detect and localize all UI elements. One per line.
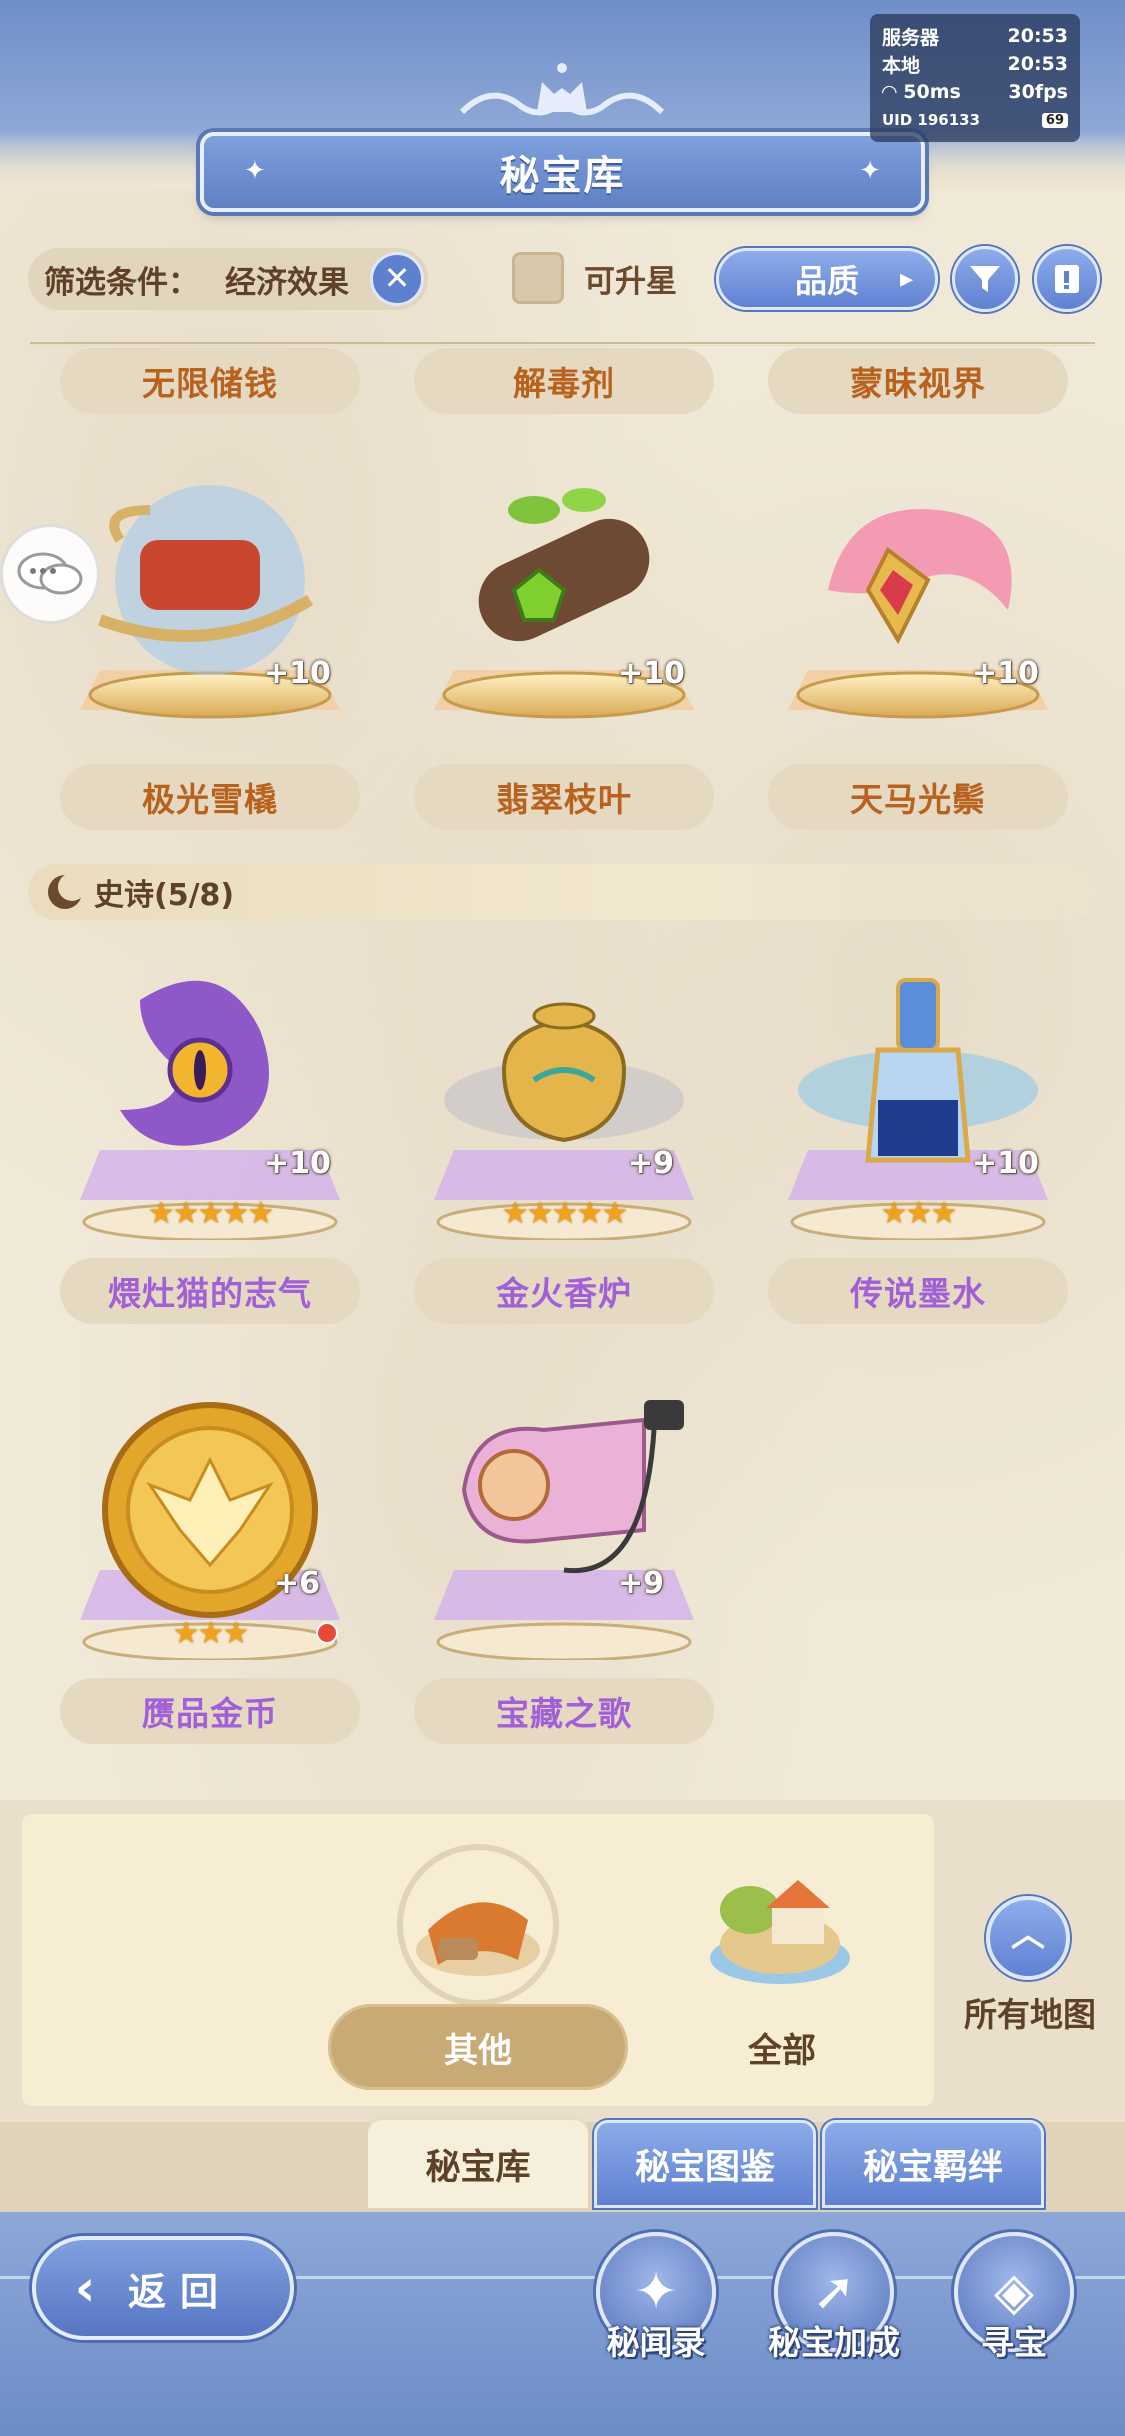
treasure-card[interactable]: +9	[414, 1380, 714, 1680]
treasure-card[interactable]: +9 ★★★★★	[414, 960, 714, 1260]
all-maps-button[interactable]: ︿	[986, 1896, 1070, 1980]
item-name[interactable]: 翡翠枝叶	[414, 764, 714, 830]
all-maps-icon[interactable]	[700, 1858, 860, 1998]
item-name[interactable]: 解毒剂	[414, 348, 714, 414]
upgradable-label: 可升星	[584, 264, 677, 300]
sort-quality-button[interactable]: 品质 ▸	[716, 248, 938, 310]
item-name[interactable]: 赝品金币	[60, 1678, 360, 1744]
conch-horn-icon	[434, 1400, 694, 1662]
item-name[interactable]: 宝藏之歌	[414, 1678, 714, 1744]
treasure-hunt-label: 寻宝	[981, 2323, 1047, 2362]
sort-label: 品质	[794, 262, 859, 300]
item-name[interactable]: 极光雪橇	[60, 764, 360, 830]
sparkle-icon: ✦	[859, 156, 881, 186]
funnel-icon	[970, 266, 1000, 292]
level-badge: +10	[972, 656, 1039, 691]
mane-icon	[788, 509, 1048, 719]
back-label: 返回	[128, 2269, 233, 2314]
filter-value: 经济效果	[225, 264, 349, 301]
lore-label: 秘闻录	[606, 2323, 706, 2362]
back-button[interactable]: ‹ 返回	[32, 2236, 294, 2340]
level-badge: +10	[264, 656, 331, 691]
sled-icon	[80, 485, 340, 719]
other-map-icon[interactable]	[378, 1840, 578, 2010]
tab-treasure-vault[interactable]: 秘宝库	[368, 2120, 588, 2208]
page-title: 秘宝库	[499, 153, 626, 199]
scroll-icon: ✦	[634, 2262, 678, 2322]
upgradable-checkbox[interactable]	[512, 252, 564, 304]
epic-section-header: 史诗(5/8)	[28, 864, 1098, 920]
cat-crest-icon	[459, 63, 665, 116]
level-badge: +10	[264, 1146, 331, 1181]
section-title: 史诗(5/8)	[94, 878, 235, 913]
treasure-card[interactable]: +10 ★★★★★	[60, 960, 360, 1260]
item-name[interactable]: 天马光鬃	[768, 764, 1068, 830]
map-filter-other[interactable]: 其他	[328, 2004, 628, 2090]
wifi-icon: ◠	[882, 81, 897, 103]
filter-funnel-button[interactable]	[952, 246, 1018, 312]
book-icon	[1055, 265, 1079, 293]
treasure-card[interactable]: +10	[414, 470, 714, 770]
local-time: 20:53	[1007, 53, 1068, 75]
level-badge: +10	[972, 1146, 1039, 1181]
clear-filter-button[interactable]: ✕	[370, 252, 424, 306]
filter-label: 筛选条件：	[44, 264, 199, 301]
chevron-up-icon: ︿	[1011, 1915, 1045, 1955]
star-rating: ★★★	[172, 1616, 250, 1651]
star-rating: ★★★★★	[501, 1196, 628, 1231]
sparkle-arrow-icon: ➚	[812, 2262, 856, 2322]
item-name[interactable]: 煨灶猫的志气	[60, 1258, 360, 1324]
back-arrow-icon: ‹	[74, 2259, 96, 2317]
uid: UID 196133	[882, 111, 981, 129]
level-badge: +10	[618, 656, 685, 691]
chat-icon	[17, 552, 83, 595]
local-label: 本地	[882, 54, 921, 77]
log-icon	[434, 488, 694, 719]
item-name[interactable]: 金火香炉	[414, 1258, 714, 1324]
treasure-card[interactable]: +6 ★★★	[60, 1380, 360, 1680]
title-plate: ✦ 秘宝库 ✦	[200, 132, 925, 212]
item-name[interactable]: 蒙昧视界	[768, 348, 1068, 414]
server-time: 20:53	[1007, 25, 1068, 47]
item-name[interactable]: 传说墨水	[768, 1258, 1068, 1324]
fps: 30fps	[1008, 81, 1068, 103]
level-badge: +9	[618, 1566, 665, 1601]
star-rating: ★★★	[880, 1196, 958, 1231]
treasure-bonus-label: 秘宝加成	[768, 2323, 900, 2362]
moon-icon	[48, 873, 86, 909]
treasure-card[interactable]: +10	[768, 470, 1068, 770]
level-badge: +9	[628, 1146, 675, 1181]
notification-dot	[316, 1622, 338, 1644]
server-label: 服务器	[882, 26, 940, 49]
chat-button[interactable]	[0, 524, 100, 624]
info-book-button[interactable]	[1034, 246, 1100, 312]
battery-icon: 69	[1041, 112, 1068, 128]
sparkle-icon: ✦	[244, 156, 266, 186]
status-panel: 服务器 20:53 本地 20:53 ◠ 50ms 30fps UID 196133 6…	[870, 14, 1080, 142]
treasure-card[interactable]: +10 ★★★	[768, 960, 1068, 1260]
treasure-card[interactable]: +10	[60, 470, 360, 770]
filter-chip[interactable]: 筛选条件： 经济效果 ✕	[28, 248, 428, 310]
divider	[30, 342, 1095, 346]
chest-icon: ◈	[994, 2262, 1034, 2322]
star-rating: ★★★★★	[147, 1196, 274, 1231]
ping: 50ms	[903, 81, 961, 103]
all-maps-label: 所有地图	[964, 1995, 1096, 2034]
sort-arrow-icon: ▸	[899, 264, 913, 294]
tab-treasure-codex[interactable]: 秘宝图鉴	[594, 2120, 816, 2208]
item-name[interactable]: 无限储钱	[60, 348, 360, 414]
tab-treasure-bonds[interactable]: 秘宝羁绊	[822, 2120, 1044, 2208]
map-filter-all[interactable]: 全部	[632, 2004, 932, 2090]
level-badge: +6	[274, 1566, 321, 1601]
